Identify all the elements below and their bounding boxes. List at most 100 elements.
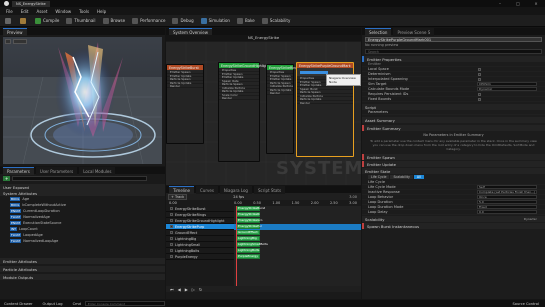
track-checkbox[interactable] xyxy=(170,219,173,222)
emitter-node-ground-highlight[interactable]: EnergyStrikeGroundHighlight Properties E… xyxy=(218,62,269,162)
output-log-button[interactable]: Output Log xyxy=(43,302,63,306)
jump-start-icon[interactable]: ⏮ xyxy=(170,287,174,292)
loop-behavior-dropdown[interactable]: Once xyxy=(477,195,537,199)
loop-duration-mode-dropdown[interactable]: Fixed xyxy=(477,205,537,209)
tab-curves[interactable]: Curves xyxy=(196,185,218,194)
sim-target-dropdown[interactable]: CPUSim xyxy=(477,82,537,86)
track-checkbox[interactable] xyxy=(170,213,173,216)
tab-timeline[interactable]: Timeline xyxy=(169,185,195,194)
track-bar[interactable]: EnergyStrikeGro xyxy=(236,218,262,223)
track-checkbox[interactable] xyxy=(170,231,173,234)
track-bar[interactable]: LightningBig xyxy=(236,236,260,241)
tab-parameters[interactable]: Parameters xyxy=(3,166,34,175)
scalability-mode-value[interactable]: Dynamic xyxy=(524,217,537,221)
graph-canvas[interactable]: EnergyStrikeBurst Emitter Spawn Emitter … xyxy=(166,42,361,185)
prop-parameters[interactable]: Parameters xyxy=(362,110,545,115)
menu-tools[interactable]: Tools xyxy=(79,9,89,14)
section-emitter-update[interactable]: Emitter Update xyxy=(362,161,545,167)
parameters-search-input[interactable] xyxy=(12,176,148,181)
loop-duration-input[interactable]: 5.0 xyxy=(477,200,537,204)
tab-preview-scene[interactable]: Preview Scene S xyxy=(393,27,435,36)
cmd-selector[interactable]: Cmd xyxy=(73,302,81,306)
bake-button[interactable]: Bake xyxy=(236,17,255,24)
time-ruler[interactable]: 0.00 0.50 1.00 1.50 2.00 2.50 3.00 xyxy=(234,201,361,205)
section-scalability[interactable]: Scalability Dynamic xyxy=(362,216,545,222)
browse-asset-button[interactable] xyxy=(20,17,28,24)
track-bar[interactable]: EnergyStrikeRi xyxy=(236,212,260,217)
details-search-input[interactable]: Search xyxy=(365,49,542,54)
viewport-menu-icon[interactable] xyxy=(5,39,11,44)
asset-tab[interactable]: NS_EnergyStrike xyxy=(12,0,50,7)
performance-button[interactable]: Performance xyxy=(132,17,165,24)
fixed-bounds-checkbox[interactable] xyxy=(478,97,481,101)
state-tab-lifecycle[interactable]: Life Cycle xyxy=(368,175,390,179)
selected-emitter-name[interactable]: EnergyStrikePurpleGroundMark001 xyxy=(365,37,542,42)
step-forward-icon[interactable]: ▷ xyxy=(192,287,195,292)
life-cycle-mode-dropdown[interactable]: Self xyxy=(477,185,537,189)
determinism-checkbox[interactable] xyxy=(478,72,481,76)
track-checkbox[interactable] xyxy=(170,237,173,240)
tab-user-parameters[interactable]: User Parameters xyxy=(35,166,78,175)
preview-viewport[interactable] xyxy=(3,37,162,164)
track-checkbox[interactable] xyxy=(170,255,173,258)
track-bar[interactable]: LightningSmallBolts xyxy=(236,242,268,247)
emitter-node-rings[interactable]: EnergyStrikeRings Properties Emitter Spa… xyxy=(266,64,299,154)
console-input[interactable]: Enter Console Command xyxy=(84,301,165,306)
menu-file[interactable]: File xyxy=(6,9,13,14)
track-checkbox[interactable] xyxy=(170,207,173,210)
menu-edit[interactable]: Edit xyxy=(21,9,29,14)
save-button[interactable] xyxy=(5,17,13,24)
section-module-outputs[interactable]: Module Outputs xyxy=(0,274,165,280)
maximize-icon[interactable]: □ xyxy=(509,1,527,6)
track-bar[interactable]: PurpleEnergy xyxy=(236,254,260,259)
browse-button[interactable]: Browse xyxy=(102,17,125,24)
prop-loop-delay[interactable]: Loop Delay 0.0 xyxy=(362,210,545,215)
track-row[interactable]: PurpleEnergy xyxy=(166,254,234,260)
add-parameter-button[interactable]: + xyxy=(3,176,11,181)
playhead[interactable] xyxy=(236,206,237,286)
local-space-checkbox[interactable] xyxy=(478,67,481,71)
step-back-icon[interactable]: ◀ xyxy=(178,287,181,292)
tab-local-modules[interactable]: Local Modules xyxy=(79,166,116,175)
track-checkbox[interactable] xyxy=(170,225,173,228)
track-bar[interactable]: GroundEffect xyxy=(236,230,260,235)
interpolated-spawning-checkbox[interactable] xyxy=(478,77,481,81)
section-emitter-attributes[interactable]: Emitter Attributes xyxy=(0,258,165,264)
track-bar[interactable]: EnergyStrikePur xyxy=(236,224,262,229)
tab-niagara-log[interactable]: Niagara Log xyxy=(219,185,252,194)
minimize-icon[interactable]: – xyxy=(491,1,509,6)
attribute-row[interactable]: FLOAT NormalizedLoopAge xyxy=(10,238,165,244)
track-bar[interactable]: LightningBolts xyxy=(236,248,260,253)
bounds-mode-dropdown[interactable]: Dynamic xyxy=(477,87,537,91)
scalability-button[interactable]: Scalability xyxy=(261,17,290,24)
inactive-response-dropdown[interactable]: Complete (Let Particles Finish then...) xyxy=(477,190,537,194)
loop-delay-input[interactable]: 0.0 xyxy=(477,210,537,214)
source-control-button[interactable]: Source Control xyxy=(513,302,539,306)
track-checkbox[interactable] xyxy=(170,243,173,246)
compile-button[interactable]: Compile xyxy=(35,17,59,24)
debug-button[interactable]: Debug xyxy=(172,17,194,24)
track-timeline[interactable]: EnergyStrikeBurst EnergyStrikeRi EnergyS… xyxy=(234,206,361,286)
menu-help[interactable]: Help xyxy=(97,9,106,14)
track-checkbox[interactable] xyxy=(170,249,173,252)
track-bar[interactable]: EnergyStrikeBurst xyxy=(236,206,265,211)
state-tab-scalability[interactable]: Scalability xyxy=(390,175,413,179)
view-mode-button[interactable] xyxy=(13,39,27,44)
section-spawn-burst[interactable]: Spawn Burst Instantaneous xyxy=(362,223,545,229)
section-emitter-spawn[interactable]: Emitter Spawn xyxy=(362,154,545,160)
tab-selection[interactable]: Selection xyxy=(365,27,392,36)
thumbnail-button[interactable]: Thumbnail xyxy=(66,17,96,24)
fps-selector[interactable]: 24 fps xyxy=(233,195,244,199)
state-tab-all[interactable]: All xyxy=(413,175,424,179)
simulation-button[interactable]: Simulation xyxy=(200,17,230,24)
tab-script-stats[interactable]: Script Stats xyxy=(253,185,286,194)
content-drawer-button[interactable]: Content Drawer xyxy=(4,302,33,306)
section-asset-summary[interactable]: Asset Summary xyxy=(362,117,545,123)
close-icon[interactable]: × xyxy=(527,1,545,6)
section-particle-attributes[interactable]: Particle Attributes xyxy=(0,266,165,272)
tab-preview[interactable]: Preview xyxy=(3,27,27,36)
menu-window[interactable]: Window xyxy=(55,9,71,14)
persistent-ids-checkbox[interactable] xyxy=(478,92,481,96)
menu-asset[interactable]: Asset xyxy=(36,9,47,14)
add-track-button[interactable]: + Track xyxy=(168,193,188,200)
